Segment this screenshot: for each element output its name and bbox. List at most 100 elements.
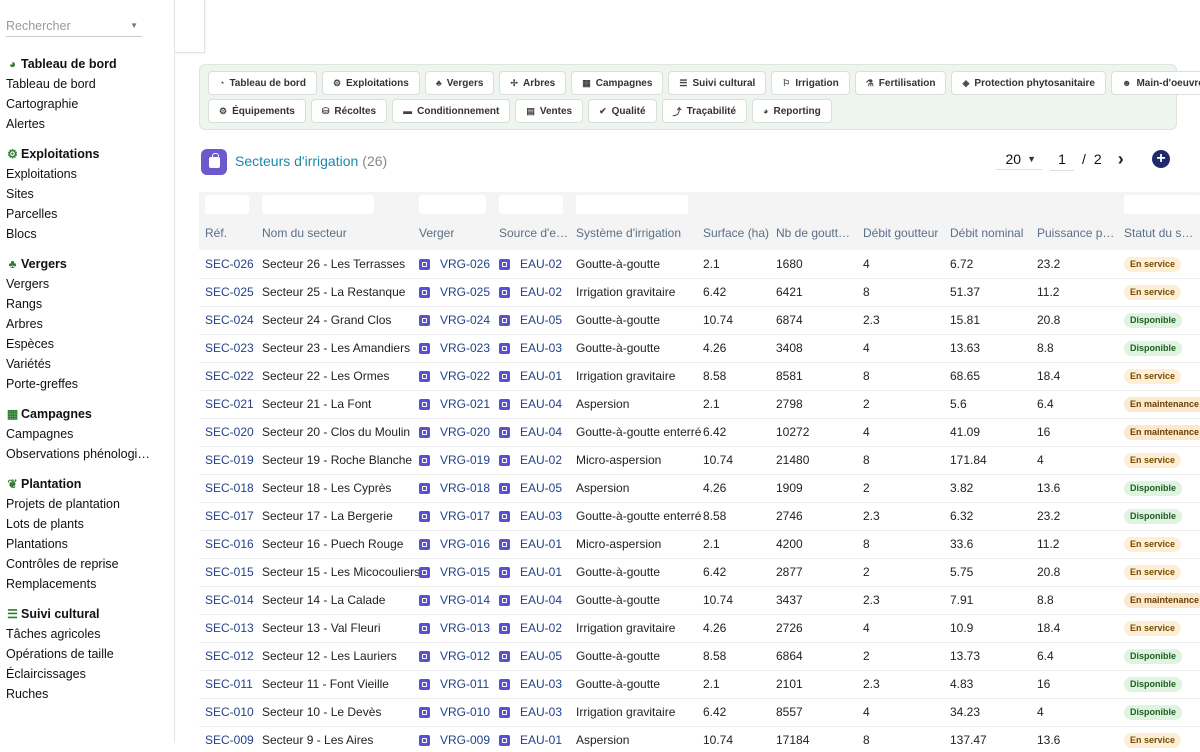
sidebar-item[interactable]: Exploitations [0, 164, 156, 184]
sector-ref-link[interactable]: SEC-021 [205, 397, 254, 411]
module-button[interactable]: ◕ Reporting [752, 99, 832, 123]
sector-ref-link[interactable]: SEC-022 [205, 369, 254, 383]
verger-link[interactable]: VRG-024 [419, 313, 490, 327]
column-filter-input[interactable] [419, 195, 486, 214]
water-source-link[interactable]: EAU-05 [499, 649, 562, 663]
table-row[interactable]: SEC-026 Secteur 26 - Les Terrasses VRG-026… [199, 250, 1200, 279]
column-header[interactable]: Nb de goutteurs [776, 226, 856, 240]
verger-link[interactable]: VRG-012 [419, 649, 490, 663]
water-source-link[interactable]: EAU-01 [499, 537, 562, 551]
module-button[interactable]: ⤴ Traçabilité [661, 99, 748, 123]
sector-ref-link[interactable]: SEC-015 [205, 565, 254, 579]
sector-ref-link[interactable]: SEC-013 [205, 621, 254, 635]
sector-ref-link[interactable]: SEC-010 [205, 705, 254, 719]
sidebar-section-header[interactable]: ◕ Tableau de bord [0, 54, 174, 74]
sidebar-section-header[interactable]: ▦ Campagnes [0, 404, 174, 424]
water-source-link[interactable]: EAU-03 [499, 341, 562, 355]
sidebar-item[interactable]: Variétés [0, 354, 156, 374]
chevron-right-icon[interactable]: › [1118, 149, 1124, 170]
water-source-link[interactable]: EAU-02 [499, 453, 562, 467]
table-row[interactable]: SEC-020 Secteur 20 - Clos du Moulin VRG-02… [199, 418, 1200, 447]
column-filter-input[interactable] [1124, 195, 1200, 214]
sidebar-section-header[interactable]: ☰ Suivi cultural [0, 604, 174, 624]
column-header[interactable]: Débit nominal [950, 226, 1023, 240]
sector-ref-link[interactable]: SEC-024 [205, 313, 254, 327]
table-row[interactable]: SEC-013 Secteur 13 - Val Fleuri VRG-013 EAU… [199, 614, 1200, 643]
module-button[interactable]: ▬ Conditionnement [392, 99, 511, 123]
verger-link[interactable]: VRG-023 [419, 341, 490, 355]
table-row[interactable]: SEC-023 Secteur 23 - Les Amandiers VRG-023… [199, 334, 1200, 363]
water-source-link[interactable]: EAU-02 [499, 285, 562, 299]
sector-ref-link[interactable]: SEC-011 [205, 677, 253, 691]
page-size-select[interactable]: 20 ▼ [996, 148, 1042, 170]
table-row[interactable]: SEC-025 Secteur 25 - La Restanque VRG-025 E… [199, 278, 1200, 307]
module-button[interactable]: ♣ Vergers [424, 71, 495, 95]
chevron-down-icon[interactable]: ▼ [130, 21, 138, 30]
water-source-link[interactable]: EAU-05 [499, 313, 562, 327]
water-source-link[interactable]: EAU-01 [499, 369, 562, 383]
sector-ref-link[interactable]: SEC-018 [205, 481, 254, 495]
sidebar-item[interactable]: Éclaircissages [0, 664, 156, 684]
sidebar-item[interactable]: Projets de plantation [0, 494, 156, 514]
column-filter-input[interactable] [499, 195, 563, 214]
sidebar-item[interactable]: Porte-greffes [0, 374, 156, 394]
sector-ref-link[interactable]: SEC-014 [205, 593, 254, 607]
sidebar-item[interactable]: Lots de plants [0, 514, 156, 534]
table-row[interactable]: SEC-019 Secteur 19 - Roche Blanche VRG-019… [199, 446, 1200, 475]
column-header[interactable]: Réf. [205, 226, 227, 240]
verger-link[interactable]: VRG-021 [419, 397, 490, 411]
sidebar-section-header[interactable]: ❦ Plantation [0, 474, 174, 494]
column-header[interactable]: Statut du secteur [1124, 226, 1200, 240]
column-header[interactable]: Puissance pompe [1037, 226, 1117, 240]
verger-link[interactable]: VRG-022 [419, 369, 490, 383]
module-button[interactable]: ⚗ Fertilisation [854, 71, 947, 95]
page-number-input[interactable]: 1 [1050, 148, 1074, 171]
column-header[interactable]: Surface (ha) [703, 226, 769, 240]
sidebar-item[interactable]: Observations phénologiq… [0, 444, 156, 464]
column-filter-input[interactable] [576, 195, 688, 214]
sidebar-section-header[interactable]: ♣ Vergers [0, 254, 174, 274]
table-row[interactable]: SEC-009 Secteur 9 - Les Aires VRG-009 EAU-0… [199, 726, 1200, 752]
sidebar-item[interactable]: Blocs [0, 224, 156, 244]
water-source-link[interactable]: EAU-02 [499, 257, 562, 271]
sector-ref-link[interactable]: SEC-009 [205, 733, 254, 747]
column-filter-input[interactable] [205, 195, 249, 214]
table-row[interactable]: SEC-021 Secteur 21 - La Font VRG-021 EAU-04… [199, 390, 1200, 419]
water-source-link[interactable]: EAU-03 [499, 705, 562, 719]
sector-ref-link[interactable]: SEC-012 [205, 649, 254, 663]
sector-ref-link[interactable]: SEC-025 [205, 285, 254, 299]
sidebar-item[interactable]: Ruches [0, 684, 156, 704]
module-button[interactable]: ✔ Qualité [588, 99, 657, 123]
sector-ref-link[interactable]: SEC-026 [205, 257, 254, 271]
water-source-link[interactable]: EAU-04 [499, 593, 562, 607]
verger-link[interactable]: VRG-014 [419, 593, 490, 607]
sidebar-item[interactable]: Sites [0, 184, 156, 204]
column-header[interactable]: Verger [419, 226, 454, 240]
module-button[interactable]: ▦ Campagnes [571, 71, 664, 95]
sidebar-item[interactable]: Opérations de taille [0, 644, 156, 664]
module-button[interactable]: ⚐ Irrigation [771, 71, 850, 95]
sidebar-section-header[interactable]: ⚙ Exploitations [0, 144, 174, 164]
column-header[interactable]: Source d'eau [499, 226, 569, 240]
sector-ref-link[interactable]: SEC-016 [205, 537, 254, 551]
column-header[interactable]: Débit goutteur [863, 226, 938, 240]
table-row[interactable]: SEC-010 Secteur 10 - Le Devès VRG-010 EAU-0… [199, 698, 1200, 727]
module-button[interactable]: ◔ Tableau de bord [208, 71, 317, 95]
module-button[interactable]: ▤ Ventes [515, 99, 584, 123]
verger-link[interactable]: VRG-017 [419, 509, 490, 523]
sidebar-item[interactable]: Rangs [0, 294, 156, 314]
sector-ref-link[interactable]: SEC-023 [205, 341, 254, 355]
sidebar-item[interactable]: Vergers [0, 274, 156, 294]
water-source-link[interactable]: EAU-04 [499, 397, 562, 411]
verger-link[interactable]: VRG-011 [419, 677, 489, 691]
table-row[interactable]: SEC-017 Secteur 17 - La Bergerie VRG-017 EA… [199, 502, 1200, 531]
sidebar-item[interactable]: Arbres [0, 314, 156, 334]
table-row[interactable]: SEC-015 Secteur 15 - Les Micocouliers VRG-… [199, 558, 1200, 587]
module-button[interactable]: ⚙ Équipements [208, 99, 306, 123]
table-row[interactable]: SEC-014 Secteur 14 - La Calade VRG-014 EAU-… [199, 586, 1200, 615]
verger-link[interactable]: VRG-010 [419, 705, 490, 719]
sidebar-item[interactable]: Campagnes [0, 424, 156, 444]
add-record-button[interactable]: + [1152, 150, 1170, 168]
table-row[interactable]: SEC-022 Secteur 22 - Les Ormes VRG-022 EAU-… [199, 362, 1200, 391]
module-button[interactable]: ◈ Protection phytosanitaire [951, 71, 1106, 95]
